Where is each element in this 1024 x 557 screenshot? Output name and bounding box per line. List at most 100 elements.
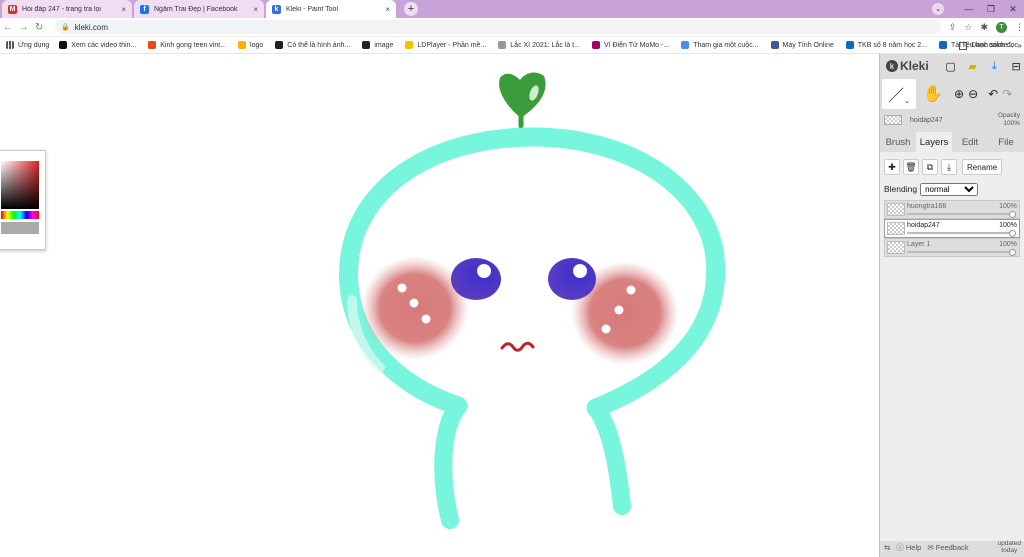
tab-hoidap[interactable]: M Hỏi đáp 247 - trang tra lọi × [2,0,132,18]
bookmark-item[interactable]: TKB số 8 năm học 2... [845,41,927,49]
layer-name: huongtra168 [907,203,947,210]
swap-icon[interactable]: ⇆ [884,543,890,552]
back-icon[interactable]: ← [0,22,16,33]
layer-thumbnail [884,115,902,125]
layer-row[interactable]: hoidap247 100% [884,219,1020,238]
bookmark-favicon-icon [148,41,157,49]
collapse-panel-icon[interactable]: ⊟ [1008,60,1024,73]
bookmark-item[interactable]: Tham gia một cuộc... [681,41,759,49]
tab-kleki[interactable]: k Kleki - Paint Tool × [266,0,396,18]
new-image-icon[interactable]: ▢ [943,60,959,73]
layer-opacity-knob[interactable] [1009,230,1016,237]
right-eye-shine [573,264,587,278]
chevron-down-icon[interactable]: ⌄ [904,97,910,105]
close-window-icon[interactable]: ✕ [1002,4,1024,15]
extensions-icon[interactable]: ✱ [980,22,988,33]
star-icon[interactable]: ☆ [964,22,972,33]
layers-list: huongtra168 100% hoidap247 100% Layer 1 100% [884,200,1020,257]
hand-tool-button[interactable]: ✋ [916,79,950,109]
lock-icon[interactable]: 🔒 [61,23,70,31]
menu-icon[interactable]: ⋮ [1015,22,1024,33]
tab-brush[interactable]: Brush [880,132,916,152]
left-leg [434,397,467,529]
tab-facebook[interactable]: f Ngắm Trai Đẹp | Facebook × [134,0,264,18]
url-input[interactable]: 🔒 kleki.com [54,20,941,34]
updated-badge: updated today [998,540,1022,554]
bookmark-label: Ví Điện Tử MoMo -... [603,41,670,49]
download-icon[interactable]: ⤓ [986,60,1002,73]
bookmark-item[interactable]: Có thể là hình ảnh... [275,41,350,49]
undo-icon[interactable]: ↶ [988,87,998,101]
tab-layers[interactable]: Layers [916,132,952,152]
bookmark-item[interactable]: LDPlayer - Phần mề... [405,41,486,49]
merge-layer-button[interactable]: ⤓ [941,159,957,175]
close-icon[interactable]: × [253,5,258,14]
add-layer-button[interactable]: ✚ [884,159,900,175]
tab-file[interactable]: File [988,132,1024,152]
close-icon[interactable]: × [121,5,126,14]
color-picker-popup [0,150,46,250]
redo-icon[interactable]: ↷ [1002,87,1012,101]
layer-opacity: 100% [999,222,1017,229]
bookmark-apps[interactable]: Ứng dụng [6,41,49,49]
saturation-picker[interactable] [1,161,39,209]
current-layer-info: hoidap247 Opacity 100% [880,110,1024,130]
layer-opacity-slider[interactable] [907,232,1014,234]
right-leg [587,399,631,515]
gmail-icon: M [8,4,17,14]
rename-layer-button[interactable]: Rename [962,159,1003,175]
duplicate-layer-button[interactable]: ⧉ [922,159,938,175]
url-text: kleki.com [74,22,109,32]
feedback-button[interactable]: ✉ Feedback [927,543,968,552]
kleki-logo: k Kleki [886,59,929,73]
bookmark-favicon-icon [275,41,284,49]
blending-select[interactable]: normal [920,182,979,196]
delete-layer-button[interactable]: 🗑 [903,159,919,175]
tab-search-icon[interactable]: ⌄ [932,3,944,15]
close-icon[interactable]: × [385,5,390,14]
bookmark-favicon-icon [591,41,600,49]
tab-edit[interactable]: Edit [952,132,988,152]
bookmark-item[interactable]: Máy Tính Online [770,41,834,49]
cheek-dot [601,324,611,334]
mouth [500,341,535,352]
zoom-in-icon[interactable]: ⊕ [954,87,964,101]
reload-icon[interactable]: ↻ [31,22,47,33]
bookmark-item[interactable]: Ví Điện Tử MoMo -... [591,41,670,49]
open-folder-icon[interactable]: ▰ [965,60,981,73]
layer-opacity-slider[interactable] [907,213,1014,215]
layer-row[interactable]: huongtra168 100% [884,200,1020,219]
left-eye-shine [477,264,491,278]
new-tab-button[interactable]: + [404,2,418,16]
layer-buttons: ✚ 🗑 ⧉ ⤓ Rename [884,156,1020,178]
avatar[interactable]: T [995,21,1007,33]
apps-grid-icon [6,41,14,49]
cheek-dot [397,283,407,293]
bookmark-item[interactable]: Kinh gong teen vint... [148,41,226,49]
drawing-canvas[interactable] [0,54,879,557]
zoom-out-icon[interactable]: ⊖ [968,87,978,101]
bookmark-label: Xem các video thin... [71,41,137,49]
minimize-icon[interactable]: — [958,4,980,14]
bookmark-favicon-icon [59,41,68,49]
layer-row[interactable]: Layer 1 100% [884,238,1020,257]
current-layer-name: hoidap247 [910,116,943,124]
bookmark-label: image [374,41,394,49]
bookmark-item[interactable]: Lắc Xì 2021: Lắc là t... [498,41,580,49]
artwork [339,72,726,529]
restore-icon[interactable]: ❐ [980,4,1002,15]
layer-opacity-knob[interactable] [1009,249,1016,256]
help-button[interactable]: ⓘ Help [896,542,921,553]
bookmark-item[interactable]: Xem các video thin... [59,41,136,49]
layer-opacity-slider[interactable] [907,251,1014,253]
layer-opacity-knob[interactable] [1009,211,1016,218]
bookmark-item[interactable]: logo [238,41,263,49]
reading-list[interactable]: Danh sách đọc [959,37,1018,53]
opacity-label: Opacity [997,112,1020,119]
bookmark-item[interactable]: image [362,41,393,49]
tab-title: Kleki - Paint Tool [286,5,339,13]
hue-slider[interactable] [1,211,39,219]
share-icon[interactable]: ⇪ [949,22,957,33]
forward-icon[interactable]: → [16,22,32,33]
brush-tool-button[interactable]: ／ ⌄ [882,79,916,109]
